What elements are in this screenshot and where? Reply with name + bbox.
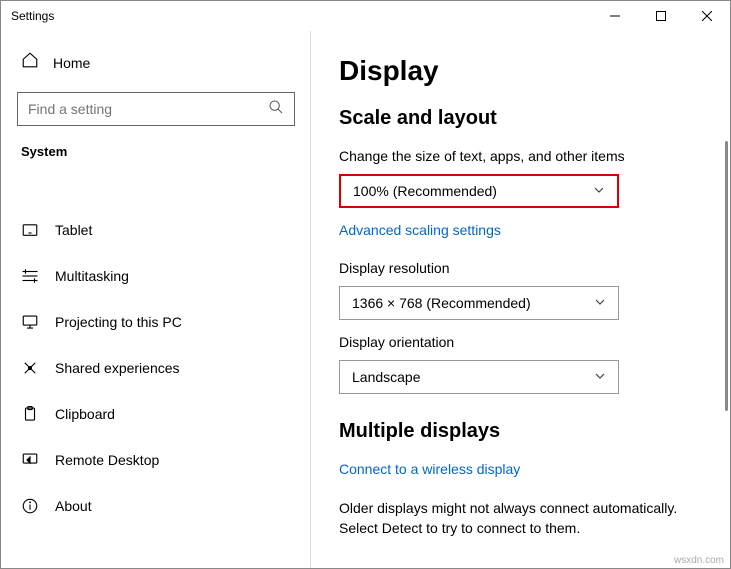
multiple-section-title: Multiple displays bbox=[339, 420, 700, 443]
resolution-label: Display resolution bbox=[339, 260, 700, 276]
sidebar-item-clipboard[interactable]: Clipboard bbox=[17, 391, 295, 437]
chevron-down-icon bbox=[594, 295, 606, 311]
search-box[interactable] bbox=[17, 92, 295, 126]
home-nav[interactable]: Home bbox=[17, 51, 295, 74]
chevron-down-icon bbox=[594, 369, 606, 385]
older-displays-text: Older displays might not always connect … bbox=[339, 499, 699, 538]
sidebar-item-label: Tablet bbox=[55, 222, 92, 238]
shared-icon bbox=[21, 359, 39, 377]
sidebar-item-about[interactable]: About bbox=[17, 483, 295, 529]
scale-dropdown[interactable]: 100% (Recommended) bbox=[339, 174, 619, 208]
scale-value: 100% (Recommended) bbox=[353, 183, 497, 199]
scale-section-title: Scale and layout bbox=[339, 107, 700, 130]
sidebar: Home System Tablet Multitasking bbox=[1, 31, 311, 568]
scale-label: Change the size of text, apps, and other… bbox=[339, 148, 700, 164]
sidebar-item-label: Shared experiences bbox=[55, 360, 180, 376]
search-input[interactable] bbox=[28, 101, 268, 117]
scrollbar[interactable] bbox=[725, 141, 728, 411]
window-body: Home System Tablet Multitasking bbox=[1, 31, 730, 568]
orientation-label: Display orientation bbox=[339, 334, 700, 350]
sidebar-item-shared[interactable]: Shared experiences bbox=[17, 345, 295, 391]
clipboard-icon bbox=[21, 405, 39, 423]
multitasking-icon bbox=[21, 267, 39, 285]
orientation-value: Landscape bbox=[352, 369, 421, 385]
nav-list: Tablet Multitasking Projecting to this P… bbox=[17, 207, 295, 529]
resolution-value: 1366 × 768 (Recommended) bbox=[352, 295, 531, 311]
titlebar: Settings bbox=[1, 1, 730, 31]
tablet-icon bbox=[21, 221, 39, 239]
sidebar-item-projecting[interactable]: Projecting to this PC bbox=[17, 299, 295, 345]
remote-icon bbox=[21, 451, 39, 469]
sidebar-item-label: Clipboard bbox=[55, 406, 115, 422]
home-label: Home bbox=[53, 55, 90, 71]
minimize-button[interactable] bbox=[592, 1, 638, 31]
sidebar-item-tablet[interactable]: Tablet bbox=[17, 207, 295, 253]
watermark: wsxdn.com bbox=[674, 555, 724, 566]
orientation-dropdown[interactable]: Landscape bbox=[339, 360, 619, 394]
settings-window: Settings Home bbox=[0, 0, 731, 569]
projecting-icon bbox=[21, 313, 39, 331]
window-title: Settings bbox=[11, 9, 54, 23]
sidebar-item-label: About bbox=[55, 498, 92, 514]
search-icon bbox=[268, 99, 284, 120]
content-area: Display Scale and layout Change the size… bbox=[311, 31, 730, 568]
close-button[interactable] bbox=[684, 1, 730, 31]
sidebar-item-label: Remote Desktop bbox=[55, 452, 159, 468]
wireless-display-link[interactable]: Connect to a wireless display bbox=[339, 461, 520, 477]
sidebar-item-multitasking[interactable]: Multitasking bbox=[17, 253, 295, 299]
window-controls bbox=[592, 1, 730, 31]
chevron-down-icon bbox=[593, 183, 605, 199]
resolution-dropdown[interactable]: 1366 × 768 (Recommended) bbox=[339, 286, 619, 320]
about-icon bbox=[21, 497, 39, 515]
sidebar-item-remote[interactable]: Remote Desktop bbox=[17, 437, 295, 483]
advanced-scaling-link[interactable]: Advanced scaling settings bbox=[339, 222, 501, 238]
sidebar-item-label: Multitasking bbox=[55, 268, 129, 284]
maximize-button[interactable] bbox=[638, 1, 684, 31]
home-icon bbox=[21, 51, 39, 74]
sidebar-item-label: Projecting to this PC bbox=[55, 314, 182, 330]
system-header: System bbox=[17, 144, 295, 159]
page-title: Display bbox=[339, 55, 700, 87]
